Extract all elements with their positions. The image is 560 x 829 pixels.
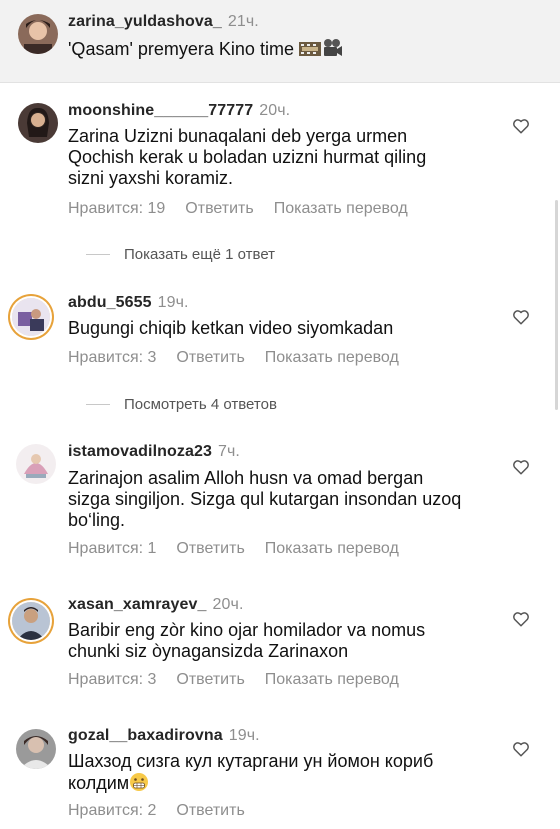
comment-text-line: bo‘ling. <box>68 510 126 530</box>
comment-time: 20ч. <box>259 102 291 119</box>
reply-button[interactable]: Ответить <box>176 349 244 366</box>
comment-avatar[interactable] <box>12 298 50 336</box>
comment-username[interactable]: gozal__baxadirovna 19ч. <box>68 727 260 745</box>
comment-time: 19ч. <box>228 727 260 744</box>
heart-outline-icon[interactable] <box>512 117 530 135</box>
view-replies-button[interactable]: Посмотреть 4 ответов <box>86 396 277 413</box>
show-more-replies-button[interactable]: Показать ещё 1 ответ <box>86 246 275 263</box>
scrollbar[interactable] <box>555 200 558 410</box>
comment-username[interactable]: istamovadilnoza23 7ч. <box>68 443 240 461</box>
likes-count[interactable]: Нравится: 2 <box>68 802 156 819</box>
caption-username[interactable]: zarina_yuldashova_ 21ч. <box>68 13 259 31</box>
comment-time: 20ч. <box>212 596 244 613</box>
comment-text-line: Zarinajon asalim Alloh husn va omad berg… <box>68 468 424 488</box>
comment-text-line: Шахзод сизга кул кутаргани ун йомон кори… <box>68 751 434 771</box>
caption-text: 'Qasam' premyera Kino time <box>68 38 343 63</box>
comment-avatar[interactable] <box>16 729 56 769</box>
comment-text-line: Bugungi chiqib ketkan video siyomkadan <box>68 318 394 338</box>
caption-avatar[interactable] <box>18 14 58 54</box>
comment-text-line: sizga singiljon. Sizga qul kutargan inso… <box>68 489 462 509</box>
heart-outline-icon[interactable] <box>512 458 530 476</box>
reply-button[interactable]: Ответить <box>176 802 244 819</box>
reply-button[interactable]: Ответить <box>185 200 253 217</box>
divider <box>86 254 110 255</box>
comment-actions: Нравится: 3 Ответить Показать перевод <box>68 671 419 689</box>
comment-username[interactable]: xasan_xamrayev_ 20ч. <box>68 596 244 614</box>
comment-text-line: колдим <box>68 772 149 797</box>
show-translation-button[interactable]: Показать перевод <box>265 349 399 366</box>
comment-username[interactable]: moonshine______77777 20ч. <box>68 102 290 120</box>
comment-text-line: chunki siz òynagansizda Zarinaxon <box>68 641 349 661</box>
heart-outline-icon[interactable] <box>512 308 530 326</box>
comment-username[interactable]: abdu_5655 19ч. <box>68 294 189 312</box>
comment-text-line: Baribir eng zòr kino ojar homilador va n… <box>68 620 426 640</box>
heart-outline-icon[interactable] <box>512 610 530 628</box>
comment-actions: Нравится: 1 Ответить Показать перевод <box>68 540 419 558</box>
reply-button[interactable]: Ответить <box>176 671 244 688</box>
comment-text-line: Qochish kerak u boladan uzizni hurmat qi… <box>68 147 427 167</box>
likes-count[interactable]: Нравится: 1 <box>68 540 156 557</box>
reply-button[interactable]: Ответить <box>176 540 244 557</box>
comment-time: 19ч. <box>157 294 189 311</box>
comment-time: 7ч. <box>217 443 240 460</box>
caption-time: 21ч. <box>227 13 259 30</box>
comment-actions: Нравится: 3 Ответить Показать перевод <box>68 349 419 367</box>
heart-outline-icon[interactable] <box>512 740 530 758</box>
film-strip-icon <box>298 40 321 63</box>
likes-count[interactable]: Нравится: 3 <box>68 349 156 366</box>
show-translation-button[interactable]: Показать перевод <box>265 671 399 688</box>
comment-text-line: Zarina Uzizni bunaqalani deb yerga urmen <box>68 126 408 146</box>
likes-count[interactable]: Нравится: 19 <box>68 200 165 217</box>
comment-avatar[interactable] <box>18 103 58 143</box>
comment-text-line: sizni yaxshi koramiz. <box>68 168 234 188</box>
divider <box>86 404 110 405</box>
grimacing-face-icon <box>129 772 149 797</box>
comment-actions: Нравится: 19 Ответить Показать перевод <box>68 200 428 218</box>
show-translation-button[interactable]: Показать перевод <box>265 540 399 557</box>
comment-actions: Нравится: 2 Ответить <box>68 802 265 820</box>
likes-count[interactable]: Нравится: 3 <box>68 671 156 688</box>
movie-camera-icon <box>321 38 343 63</box>
comment-avatar[interactable] <box>16 444 56 484</box>
comment-avatar[interactable] <box>12 602 50 640</box>
show-translation-button[interactable]: Показать перевод <box>274 200 408 217</box>
